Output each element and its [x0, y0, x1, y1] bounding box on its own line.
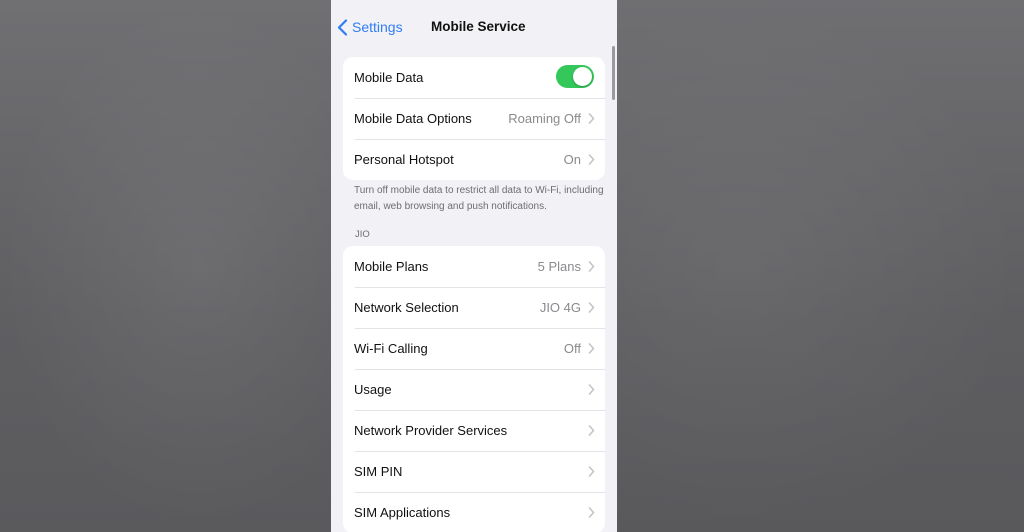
- personal-hotspot-row[interactable]: Personal Hotspot On: [343, 139, 605, 180]
- network-provider-services-row[interactable]: Network Provider Services: [343, 410, 605, 451]
- sim-pin-label: SIM PIN: [354, 464, 403, 479]
- chevron-right-icon: [588, 343, 595, 354]
- network-selection-row[interactable]: Network Selection JIO 4G: [343, 287, 605, 328]
- chevron-right-icon: [588, 113, 595, 124]
- chevron-right-icon: [588, 261, 595, 272]
- mobile-data-toggle[interactable]: [556, 65, 594, 88]
- chevron-right-icon: [588, 154, 595, 165]
- mobile-data-group: Mobile Data Mobile Data Options Roaming …: [343, 57, 605, 180]
- mobile-plans-row[interactable]: Mobile Plans 5 Plans: [343, 246, 605, 287]
- personal-hotspot-value: On: [563, 152, 581, 167]
- network-provider-services-label: Network Provider Services: [354, 423, 508, 438]
- usage-row[interactable]: Usage: [343, 369, 605, 410]
- sim-pin-row[interactable]: SIM PIN: [343, 451, 605, 492]
- chevron-right-icon: [588, 302, 595, 313]
- toggle-knob: [573, 67, 592, 86]
- mobile-data-options-row[interactable]: Mobile Data Options Roaming Off: [343, 98, 605, 139]
- sim-applications-row[interactable]: SIM Applications: [343, 492, 605, 532]
- wifi-calling-row[interactable]: Wi-Fi Calling Off: [343, 328, 605, 369]
- phone-screen: Settings Mobile Service Mobile Data Mobi…: [331, 0, 617, 532]
- mobile-data-options-label: Mobile Data Options: [354, 111, 472, 126]
- wifi-calling-value: Off: [563, 341, 581, 356]
- navigation-bar: Settings Mobile Service: [331, 0, 617, 52]
- chevron-right-icon: [588, 466, 595, 477]
- carrier-settings-group: Mobile Plans 5 Plans Network Selection J…: [343, 246, 605, 532]
- personal-hotspot-label: Personal Hotspot: [354, 152, 454, 167]
- page-title: Mobile Service: [431, 19, 526, 34]
- sim-applications-label: SIM Applications: [354, 505, 451, 520]
- mobile-data-label: Mobile Data: [354, 70, 424, 85]
- mobile-plans-label: Mobile Plans: [354, 259, 429, 274]
- chevron-right-icon: [588, 507, 595, 518]
- network-selection-label: Network Selection: [354, 300, 459, 315]
- carrier-section-header: JIO: [355, 229, 370, 240]
- wifi-calling-label: Wi-Fi Calling: [354, 341, 428, 356]
- video-background-right: [617, 0, 1024, 532]
- chevron-left-icon: [337, 18, 348, 36]
- chevron-right-icon: [588, 384, 595, 395]
- network-selection-value: JIO 4G: [539, 300, 581, 315]
- back-button-label: Settings: [352, 19, 403, 35]
- video-background-left: [0, 0, 331, 532]
- back-button[interactable]: Settings: [337, 17, 403, 37]
- chevron-right-icon: [588, 425, 595, 436]
- scrollbar[interactable]: [612, 46, 615, 100]
- mobile-data-footnote: Turn off mobile data to restrict all dat…: [354, 185, 604, 212]
- mobile-data-options-value: Roaming Off: [508, 111, 581, 126]
- mobile-plans-value: 5 Plans: [537, 259, 581, 274]
- mobile-data-row: Mobile Data: [343, 57, 605, 98]
- usage-label: Usage: [354, 382, 392, 397]
